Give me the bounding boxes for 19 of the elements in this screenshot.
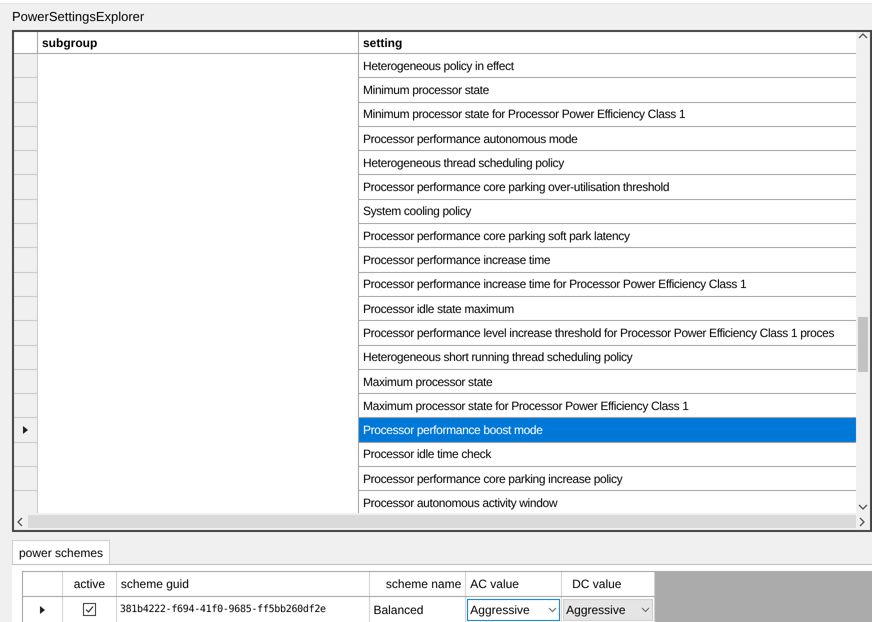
guid-cell: 381b4222-f694-41f0-9685-ff5bb260df2e — [116, 597, 370, 622]
row-pointer-icon — [23, 426, 28, 434]
setting-cell[interactable]: Minimum processor state for Processor Power Efficiency Class 1 — [359, 102, 856, 127]
dropdown-caret-icon — [641, 606, 650, 612]
tab[interactable]: power schemes — [12, 540, 110, 564]
dropdown-caret-icon — [548, 606, 558, 612]
ac-value-dropdown[interactable]: Aggressive — [467, 598, 560, 620]
row-pointer-icon — [40, 606, 45, 614]
scrollbar-thumb[interactable] — [858, 317, 868, 372]
active-checkbox[interactable] — [82, 603, 96, 616]
column-header[interactable]: subgroup — [38, 32, 359, 53]
row-header[interactable] — [14, 418, 38, 443]
window-title: PowerSettingsExplorer — [12, 8, 144, 26]
setting-cell[interactable]: Processor performance increase time for Processor Power Efficiency Class 1 — [359, 272, 856, 297]
setting-cell[interactable]: Processor performance boost mode — [359, 418, 856, 443]
name-cell: Balanced — [370, 597, 466, 622]
dc-value-dropdown[interactable]: Aggressive — [563, 598, 653, 620]
column-header[interactable]: setting — [359, 32, 856, 53]
setting-cell[interactable]: Heterogeneous short running thread scheduling policy — [359, 346, 856, 370]
